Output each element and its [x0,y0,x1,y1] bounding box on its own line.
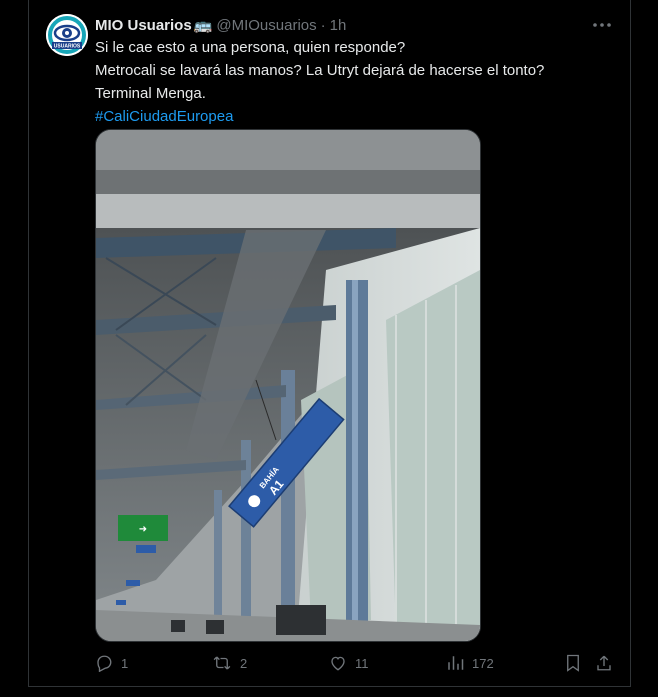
avatar-logo-text: USUARIOS [54,44,81,50]
analytics-icon [448,656,464,670]
bookmark-icon [567,654,579,672]
like-button[interactable]: 11 [329,652,369,674]
bookmark-button[interactable] [565,652,589,674]
mio-logo-icon: USUARIOS [46,14,88,56]
timestamp[interactable]: 1h [330,17,347,34]
view-count: 172 [472,655,494,671]
reply-button[interactable]: 1 [95,652,128,674]
more-options-button[interactable] [591,16,613,34]
heart-icon [331,656,345,671]
svg-text:➜: ➜ [139,524,147,535]
terminal-photo-image: ➜ BAHÍA A1 [96,130,480,641]
tweet-line: Terminal Menga. [95,85,206,102]
repost-count: 2 [240,655,248,671]
author-display-name[interactable]: MIO Usuarios [95,17,192,34]
reply-icon [97,655,112,672]
views-button[interactable]: 172 [446,652,494,674]
tweet-line: Metrocali se lavará las manos? La Utryt … [95,62,545,79]
repost-button[interactable]: 2 [212,652,247,674]
tweet-line: Si le cae esto a una persona, quien resp… [95,39,406,56]
hashtag-link[interactable]: #CaliCiudadEuropea [95,105,605,128]
like-count: 11 [355,655,369,671]
avatar[interactable]: USUARIOS [46,14,88,56]
bus-emoji: 🚌 [193,17,213,34]
action-bar: 1 2 11 172 [95,652,615,674]
more-icon [593,23,611,27]
repost-icon [213,656,231,670]
separator-dot: · [320,16,326,34]
share-icon [597,655,611,671]
tweet-text: Si le cae esto a una persona, quien resp… [95,36,605,128]
share-button[interactable] [595,652,621,674]
author-handle[interactable]: @MIOusuarios [216,17,316,34]
reply-count: 1 [121,655,129,671]
tweet-photo[interactable]: ➜ BAHÍA A1 [95,129,481,642]
tweet-header: MIO Usuarios 🚌 @MIOusuarios · 1h [95,15,346,35]
